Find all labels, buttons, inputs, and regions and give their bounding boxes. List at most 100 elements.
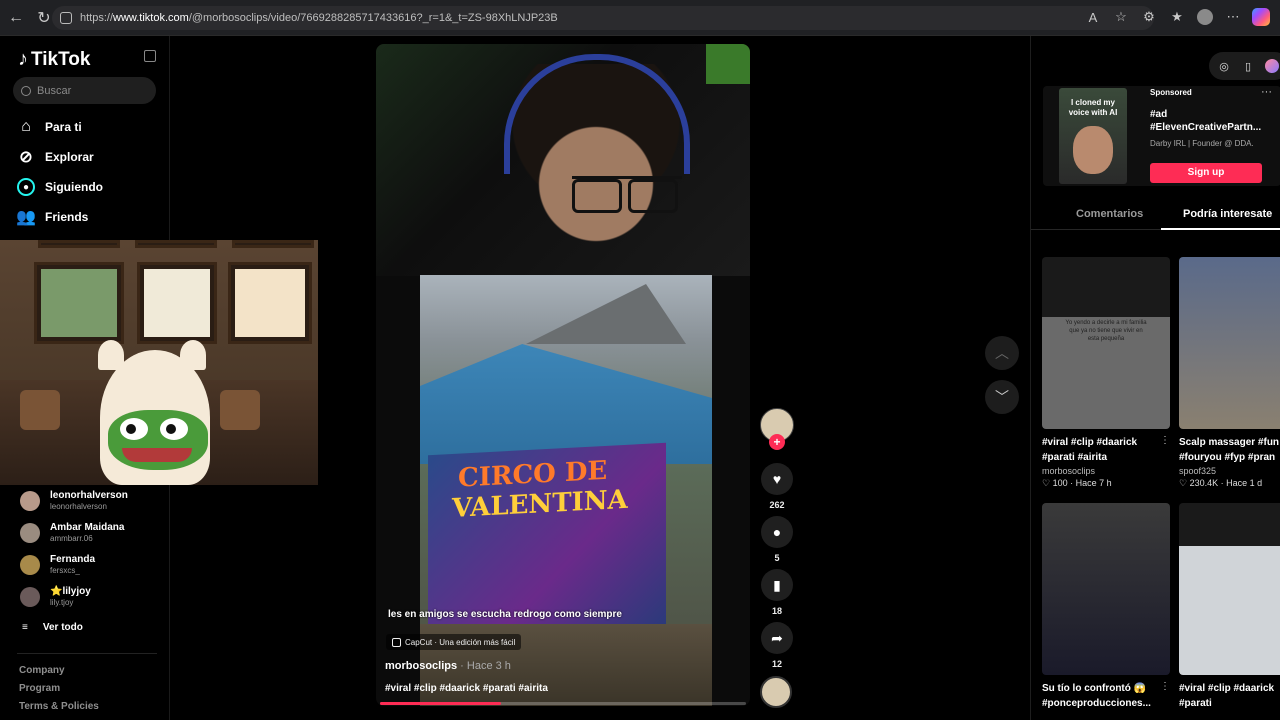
thumbnail-text: Yo yendo a decirle a mi familia que ya n… [1065,320,1147,342]
follow-plus-icon[interactable]: + [769,434,785,450]
related-video-card[interactable]: #viral #clip #daarick #parati [1179,503,1280,711]
collapse-sidebar-icon[interactable] [144,50,156,62]
video-hashtags[interactable]: #viral #clip #daarick #parati #airita [385,683,548,694]
ad-thumb-caption: I cloned my voice with AI [1068,98,1118,117]
sponsored-label: Sponsored [1150,88,1192,97]
ad-subtitle: Darby IRL | Founder @ DDA. [1150,139,1254,148]
following-item[interactable]: Fernanda fersxcs_ [20,554,95,575]
following-icon: ● [17,178,35,196]
panel-tools: ◎ ▯ [1209,52,1280,80]
background-light [706,44,750,84]
nav-label: Explorar [45,150,94,164]
more-options-icon[interactable]: ⋮ [1160,435,1170,446]
following-item[interactable]: Ambar Maidana ammbarr.06 [20,522,124,543]
tab-related[interactable]: Podría interesate [1183,208,1272,220]
ad-thumbnail[interactable]: I cloned my voice with AI [1059,88,1127,184]
related-video-card[interactable]: Scalp massager #fun #fouryou #fyp #pran … [1179,257,1280,489]
nav-item-explorar[interactable]: ⊘ Explorar [17,148,94,166]
nav-label: Para ti [45,120,82,134]
card-title: #viral #clip #daarick [1179,683,1275,694]
tiktok-note-icon: ♪ [18,48,28,70]
related-video-card[interactable]: Yo yendo a decirle a mi familia que ya n… [1042,257,1170,489]
ad-person [1073,126,1113,174]
nav-item-friends[interactable]: 👥 Friends [16,208,89,226]
copilot-icon[interactable] [1250,6,1272,28]
video-thumbnail[interactable] [1179,257,1280,429]
comment-button[interactable]: ● 5 [761,516,793,563]
more-options-icon[interactable]: ⋮ [1160,681,1170,692]
address-bar[interactable]: https://www.tiktok.com/@morbosoclips/vid… [52,6,1154,30]
like-button[interactable]: ♥ 262 [761,463,793,510]
video-progress-bar[interactable] [380,702,746,705]
tab-comments[interactable]: Comentarios [1076,208,1143,220]
footer-link-company[interactable]: Company [19,665,65,676]
save-count: 18 [771,606,782,616]
more-options-icon[interactable]: ··· [1261,86,1272,98]
divider [17,653,157,654]
bookmark-icon: ▮ [761,569,793,601]
related-video-card[interactable]: Su tío lo confrontó 😱 #ponceproducciones… [1042,503,1170,711]
profile-icon[interactable] [1194,6,1216,28]
site-info-icon[interactable] [60,12,72,24]
card-title: #viral #clip #daarick [1042,437,1138,448]
video-caption: les en amigos se escucha redrogo como si… [388,609,622,620]
music-disc-icon[interactable] [760,676,792,708]
footer-link-program[interactable]: Program [19,683,60,694]
following-handle: lily.tjoy [50,598,74,607]
picture-frame [137,262,217,344]
user-avatar[interactable] [1265,59,1279,73]
avatar [20,490,40,511]
nav-label: Friends [45,210,89,224]
favorites-icon[interactable]: ★ [1166,6,1188,28]
share-button[interactable]: ➦ 12 [761,622,793,669]
following-item[interactable]: leonorhalverson leonorhalverson [20,490,128,511]
search-input[interactable]: Buscar [13,77,156,104]
list-icon: ≡ [22,622,28,633]
tiktok-logo[interactable]: ♪ TikTok [18,48,90,71]
back-icon[interactable]: ← [4,6,28,30]
video-thumbnail[interactable] [1179,503,1280,675]
ad-title: #ad #ElevenCreativePartn... [1150,109,1262,133]
more-icon[interactable]: ⋯ [1222,6,1244,28]
video-author[interactable]: morbosoclips · Hace 3 h [385,660,511,672]
glasses [572,176,682,213]
chevron-down-icon: ﹀ [995,389,1009,405]
extensions-icon[interactable]: ⚙ [1138,6,1160,28]
previous-video-button[interactable]: ︿ [985,336,1019,370]
compass-icon[interactable]: ◎ [1217,59,1231,73]
sponsored-ad[interactable]: I cloned my voice with AI Sponsored ··· … [1043,86,1280,186]
logo-text: TikTok [31,48,91,70]
sign-up-button[interactable]: Sign up [1150,163,1262,183]
chevron-up-icon: ︿ [995,345,1009,361]
footer-link-terms[interactable]: Terms & Policies [19,701,99,712]
card-author[interactable]: spoof325 [1179,466,1280,476]
see-all-button[interactable]: ≡ Ver todo [22,622,83,633]
nav-item-para-ti[interactable]: ⌂ Para ti [17,118,82,136]
video-player[interactable]: CIRCO DE VALENTINA les en amigos se escu… [376,44,750,706]
heart-icon: ♥ [761,463,793,495]
next-video-button[interactable]: ﹀ [985,380,1019,414]
card-stats: ♡ 100 · Hace 7 h [1042,478,1112,488]
following-name: Ambar Maidana [50,522,125,533]
favorite-star-icon[interactable]: ☆ [1110,6,1132,28]
compass-icon: ⊘ [19,149,33,166]
following-handle: ammbarr.06 [50,534,93,543]
picture-frame [228,262,312,344]
pepe-eye [160,418,188,440]
phone-icon[interactable]: ▯ [1241,59,1255,73]
capcut-badge[interactable]: CapCut · Una edición más fácil [386,634,522,650]
nav-label: Siguiendo [45,180,103,194]
save-button[interactable]: ▮ 18 [761,569,793,616]
post-time: · Hace 3 h [457,660,511,672]
nav-item-siguiendo[interactable]: ● Siguiendo [17,178,103,196]
card-author[interactable]: morbosoclips [1042,466,1170,476]
friends-icon: 👥 [16,209,36,226]
translate-icon[interactable]: A [1082,6,1104,28]
following-item[interactable]: ⭐lilyjoy lily.tjoy [20,586,91,607]
browser-toolbar: ← ↻ https://www.tiktok.com/@morbosoclips… [0,0,1280,36]
following-handle: fersxcs_ [50,566,80,575]
video-thumbnail[interactable] [1042,503,1170,675]
video-thumbnail[interactable]: Yo yendo a decirle a mi familia que ya n… [1042,257,1170,429]
cushion [220,390,260,430]
card-title: Su tío lo confrontó 😱 [1042,683,1147,694]
